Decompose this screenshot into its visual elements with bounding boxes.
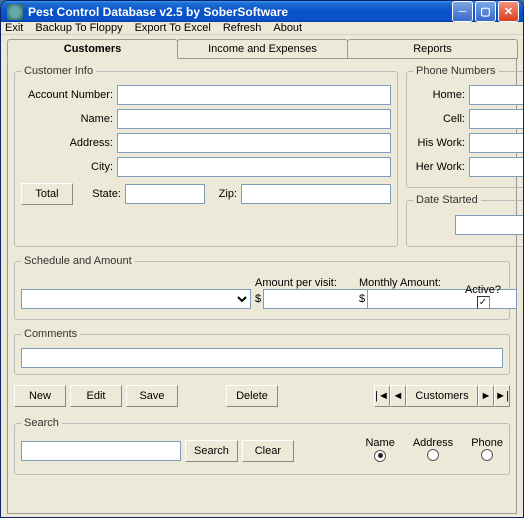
menu-export[interactable]: Export To Excel (135, 22, 211, 34)
schedule-group: Schedule and Amount Amount per visit: $ (14, 255, 510, 320)
home-label: Home: (413, 89, 465, 101)
search-address-label: Address (413, 437, 453, 449)
date-started-field[interactable] (455, 215, 524, 235)
hiswork-field[interactable] (469, 133, 524, 153)
herwork-field[interactable] (469, 157, 524, 177)
city-field[interactable] (117, 157, 391, 177)
search-address-radio[interactable] (427, 449, 439, 461)
name-label: Name: (21, 113, 113, 125)
zip-label: Zip: (209, 188, 237, 200)
cell-label: Cell: (413, 113, 465, 125)
menu-refresh[interactable]: Refresh (223, 22, 262, 34)
content-area: Customers Income and Expenses Reports Cu… (1, 35, 523, 518)
search-phone-radio[interactable] (481, 449, 493, 461)
nav-first-button[interactable]: |◄ (374, 385, 390, 407)
comments-group: Comments (14, 328, 510, 375)
amount-label: Amount per visit: (255, 277, 355, 289)
comments-field[interactable] (21, 348, 503, 368)
maximize-button[interactable]: ▢ (475, 1, 496, 22)
nav-last-button[interactable]: ►| (494, 385, 510, 407)
name-field[interactable] (117, 109, 391, 129)
search-group: Search Search Clear Name Address (14, 417, 510, 475)
home-field[interactable] (469, 85, 524, 105)
dollar-sign-2: $ (359, 293, 365, 305)
search-phone-label: Phone (471, 437, 503, 449)
menu-backup[interactable]: Backup To Floppy (35, 22, 122, 34)
total-button[interactable]: Total (21, 183, 73, 205)
account-label: Account Number: (21, 89, 113, 101)
tab-income[interactable]: Income and Expenses (177, 39, 348, 59)
zip-field[interactable] (241, 184, 391, 204)
comments-legend: Comments (21, 328, 80, 340)
tab-strip: Customers Income and Expenses Reports (7, 39, 517, 59)
date-started-legend: Date Started (413, 194, 481, 206)
active-label: Active? (465, 284, 501, 296)
menu-about[interactable]: About (273, 22, 302, 34)
menubar: Exit Backup To Floppy Export To Excel Re… (1, 22, 523, 35)
app-window: Pest Control Database v2.5 by SoberSoftw… (0, 0, 524, 518)
menu-exit[interactable]: Exit (5, 22, 23, 34)
herwork-label: Her Work: (413, 161, 465, 173)
tab-reports[interactable]: Reports (347, 39, 518, 59)
customer-info-group: Customer Info Account Number: Name: Addr… (14, 65, 398, 247)
address-field[interactable] (117, 133, 391, 153)
cell-field[interactable] (469, 109, 524, 129)
dollar-sign-1: $ (255, 293, 261, 305)
schedule-select[interactable] (21, 289, 251, 309)
search-name-radio[interactable] (374, 450, 386, 462)
record-navigator: |◄ ◄ Customers ► ►| (374, 385, 510, 407)
active-checkbox[interactable]: ✓ (477, 296, 490, 309)
nav-prev-button[interactable]: ◄ (390, 385, 406, 407)
state-label: State: (77, 188, 121, 200)
search-legend: Search (21, 417, 62, 429)
tab-customers[interactable]: Customers (7, 39, 178, 59)
app-icon (7, 4, 23, 20)
nav-label: Customers (406, 385, 478, 407)
date-started-group: Date Started Cal (406, 194, 524, 247)
monthly-label: Monthly Amount: (359, 277, 459, 289)
search-input[interactable] (21, 441, 181, 461)
address-label: Address: (21, 137, 113, 149)
hiswork-label: His Work: (413, 137, 465, 149)
phone-group: Phone Numbers Home: Cell: His Work: Her … (406, 65, 524, 188)
phone-legend: Phone Numbers (413, 65, 499, 77)
minimize-button[interactable]: ─ (452, 1, 473, 22)
search-name-label: Name (365, 437, 394, 449)
delete-button[interactable]: Delete (226, 385, 278, 407)
clear-button[interactable]: Clear (242, 440, 294, 462)
close-button[interactable]: ✕ (498, 1, 519, 22)
save-button[interactable]: Save (126, 385, 178, 407)
titlebar: Pest Control Database v2.5 by SoberSoftw… (1, 1, 523, 22)
customer-info-legend: Customer Info (21, 65, 96, 77)
state-field[interactable] (125, 184, 205, 204)
schedule-legend: Schedule and Amount (21, 255, 135, 267)
city-label: City: (21, 161, 113, 173)
edit-button[interactable]: Edit (70, 385, 122, 407)
window-title: Pest Control Database v2.5 by SoberSoftw… (28, 5, 452, 19)
account-field[interactable] (117, 85, 391, 105)
new-button[interactable]: New (14, 385, 66, 407)
search-button[interactable]: Search (185, 440, 238, 462)
nav-next-button[interactable]: ► (478, 385, 494, 407)
tab-panel-customers: Customer Info Account Number: Name: Addr… (7, 58, 517, 514)
